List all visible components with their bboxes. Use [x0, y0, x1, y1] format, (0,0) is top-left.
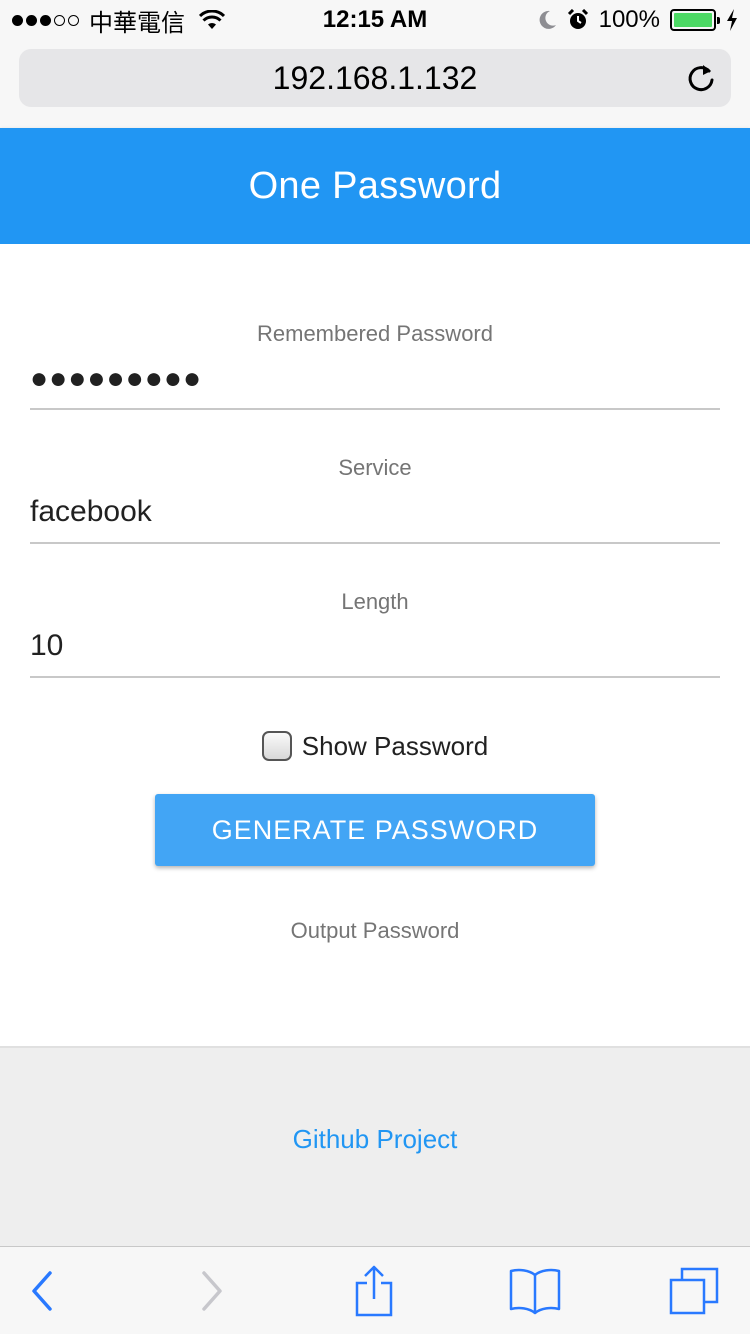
forward-icon — [202, 1271, 222, 1311]
length-input[interactable] — [30, 616, 720, 678]
show-password-label[interactable]: Show Password — [302, 731, 488, 762]
output-password-label: Output Password — [290, 918, 460, 943]
tabs-button[interactable] — [664, 1265, 724, 1317]
reload-icon[interactable] — [685, 62, 717, 94]
length-label: Length — [341, 589, 409, 614]
show-password-row[interactable]: Show Password — [0, 728, 750, 764]
service-input[interactable] — [30, 482, 720, 544]
service-label: Service — [338, 455, 412, 480]
status-bar: 中華電信 12:15 AM 100% — [0, 0, 750, 40]
length-field: Length — [30, 588, 720, 678]
bookmarks-icon — [509, 1268, 561, 1315]
browser-toolbar — [0, 1246, 750, 1334]
footer: Github Project — [0, 1046, 750, 1246]
address-bar[interactable]: 192.168.1.132 — [19, 49, 731, 107]
generate-password-button[interactable]: GENERATE PASSWORD — [155, 794, 595, 866]
bookmarks-button[interactable] — [505, 1265, 565, 1317]
forward-button[interactable] — [182, 1265, 242, 1317]
back-button[interactable] — [12, 1265, 72, 1317]
remembered-password-label: Remembered Password — [257, 321, 493, 346]
share-button[interactable] — [344, 1265, 404, 1317]
tabs-icon — [669, 1267, 719, 1315]
show-password-checkbox[interactable] — [261, 731, 292, 761]
service-field: Service — [30, 454, 720, 544]
password-form: Remembered Password ●●●●●●●●● Service Le… — [0, 244, 750, 1048]
charging-bolt-icon — [727, 9, 737, 31]
github-project-link[interactable]: Github Project — [0, 1124, 750, 1155]
status-right: 100% — [537, 6, 738, 34]
url-text[interactable]: 192.168.1.132 — [19, 49, 731, 107]
share-icon — [355, 1265, 393, 1317]
moon-icon — [539, 10, 556, 29]
page-title: One Password — [248, 164, 502, 207]
remembered-password-field: Remembered Password ●●●●●●●●● — [30, 320, 720, 410]
back-icon — [32, 1271, 52, 1311]
battery-percent: 100% — [598, 6, 660, 33]
battery-icon — [670, 9, 720, 31]
remembered-password-input[interactable]: ●●●●●●●●● — [30, 348, 720, 410]
app-header: One Password — [0, 128, 750, 244]
alarm-icon — [567, 9, 588, 29]
